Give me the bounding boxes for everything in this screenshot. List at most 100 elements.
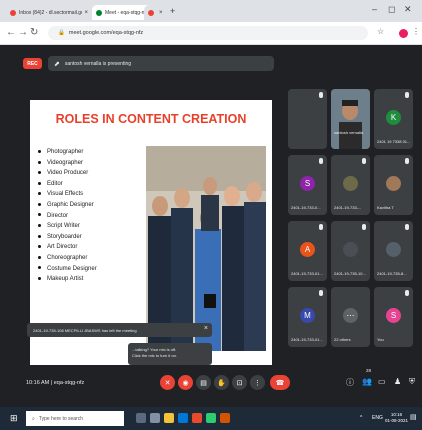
participant-name: Kavitha T bbox=[377, 205, 394, 210]
bookmark-star-icon[interactable]: ☆ bbox=[377, 27, 384, 36]
roles-list: Photographer Videographer Video Producer… bbox=[38, 147, 97, 285]
list-item: Editor bbox=[38, 179, 97, 190]
reload-icon[interactable]: ↻ bbox=[30, 27, 38, 38]
chat-icon[interactable]: ▭ bbox=[378, 377, 386, 386]
close-tab-icon[interactable]: × bbox=[84, 10, 88, 16]
avatar: A bbox=[300, 242, 315, 257]
taskbar-clock[interactable]: 10:16 01-08-2021 bbox=[385, 412, 408, 424]
tab-extra[interactable]: × bbox=[144, 5, 166, 20]
tooltip-line: Click the mic to turn it on. bbox=[132, 353, 177, 358]
mic-muted-icon bbox=[319, 290, 323, 296]
mic-muted-icon bbox=[405, 92, 409, 98]
participant-name: 2401-19-733-... bbox=[334, 205, 362, 210]
close-icon[interactable]: × bbox=[204, 325, 208, 332]
host-controls-icon[interactable]: ⛨ bbox=[409, 377, 415, 387]
address-bar-row: ← → ↻ 🔒 meet.google.com/eqa-stqg-nfz ☆ ⋮ bbox=[0, 22, 422, 45]
url-field[interactable]: 🔒 meet.google.com/eqa-stqg-nfz bbox=[48, 26, 368, 40]
participant-name: 2401-19-735-8... bbox=[377, 271, 407, 276]
left-meeting-toast: 2401-19-735-108 MECPILLI JBASWS has left… bbox=[27, 323, 212, 337]
clock-date: 01-08-2021 bbox=[385, 418, 409, 423]
app-icon[interactable] bbox=[206, 413, 216, 423]
browser-menu-icon[interactable]: ⋮ bbox=[412, 27, 420, 36]
participant-name: santosh vernalla bbox=[334, 130, 364, 135]
participant-tile[interactable]: 2401-19-735-10... bbox=[331, 221, 370, 281]
file-explorer-icon[interactable] bbox=[164, 413, 174, 423]
mic-muted-icon bbox=[319, 158, 323, 164]
presenting-banner: ⬈ santosh vernalla is presenting bbox=[48, 56, 274, 71]
captions-icon: ▤ bbox=[200, 379, 207, 387]
list-item: Visual Effects bbox=[38, 189, 97, 200]
new-tab-button[interactable]: + bbox=[170, 6, 175, 16]
recording-badge: REC bbox=[23, 58, 42, 69]
participant-tile[interactable] bbox=[288, 89, 327, 149]
cortana-icon[interactable] bbox=[136, 413, 146, 423]
forward-icon[interactable]: → bbox=[18, 27, 28, 38]
participant-name: 2401-19-733-01... bbox=[291, 271, 323, 276]
tray-chevron-icon[interactable]: ^ bbox=[360, 415, 362, 421]
meet-area: REC ⬈ santosh vernalla is presenting ROL… bbox=[0, 45, 422, 407]
maximize-icon[interactable]: ◻ bbox=[388, 4, 395, 15]
list-item: Graphic Designer bbox=[38, 200, 97, 211]
mic-toggle-button[interactable]: ✕ bbox=[160, 375, 175, 390]
present-button[interactable]: ⊡ bbox=[232, 375, 247, 390]
gmail-icon bbox=[10, 9, 16, 16]
activities-icon[interactable]: ♟ bbox=[394, 377, 401, 386]
close-tab-icon[interactable]: × bbox=[159, 10, 163, 16]
task-view-icon[interactable] bbox=[150, 413, 160, 423]
avatar-photo bbox=[386, 176, 401, 191]
list-item: Makeup Artist bbox=[38, 274, 97, 285]
participant-tile[interactable]: A 2401-19-733-01... bbox=[288, 221, 327, 281]
chrome-icon[interactable] bbox=[192, 413, 202, 423]
taskbar-search-input[interactable]: ⌕ Type here to search bbox=[26, 411, 124, 426]
hand-icon: ✋ bbox=[217, 379, 226, 387]
search-placeholder: Type here to search bbox=[38, 415, 84, 422]
app-icon[interactable] bbox=[220, 413, 230, 423]
presenting-text: santosh vernalla is presenting bbox=[64, 60, 132, 67]
mic-muted-icon bbox=[362, 158, 366, 164]
present-icon: ⊡ bbox=[236, 379, 243, 387]
info-icon[interactable]: ⓘ bbox=[346, 377, 354, 388]
mic-muted-icon bbox=[405, 158, 409, 164]
participant-name: 2401-19-733-01... bbox=[291, 337, 323, 342]
self-tile[interactable]: S You bbox=[374, 287, 413, 347]
participant-tile[interactable]: santosh vernalla bbox=[331, 89, 370, 149]
recording-icon bbox=[148, 9, 154, 16]
minimize-icon[interactable]: – bbox=[372, 4, 377, 14]
meeting-info: 10:16 AM | eqa-stqg-nfz bbox=[26, 380, 85, 386]
mic-off-icon: ✕ bbox=[164, 379, 171, 387]
leave-call-button[interactable]: ☎ bbox=[270, 375, 290, 390]
windows-start-icon[interactable]: ⊞ bbox=[10, 413, 18, 424]
back-icon[interactable]: ← bbox=[6, 27, 16, 38]
more-options-button[interactable]: ⋮ bbox=[250, 375, 265, 390]
raise-hand-button[interactable]: ✋ bbox=[214, 375, 229, 390]
store-icon[interactable] bbox=[178, 413, 188, 423]
meet-icon bbox=[96, 9, 102, 16]
tab-inbox[interactable]: Inbox (84)2 - dl.sectormail.gov.in × bbox=[6, 5, 92, 20]
avatar: S bbox=[300, 176, 315, 191]
profile-avatar[interactable] bbox=[399, 29, 408, 38]
present-icon: ⬈ bbox=[54, 60, 60, 68]
avatar: M bbox=[300, 308, 315, 323]
participant-tile[interactable]: 2401-19-735-8... bbox=[374, 221, 413, 281]
avatar-photo bbox=[386, 242, 401, 257]
slide-title: ROLES IN CONTENT CREATION bbox=[55, 112, 247, 126]
participant-tile[interactable]: M 2401-19-733-01... bbox=[288, 287, 327, 347]
windows-taskbar: ⊞ ⌕ Type here to search ^ ENG 10:16 01-0… bbox=[0, 407, 422, 430]
avatar-photo bbox=[343, 242, 358, 257]
people-icon[interactable]: 👥 bbox=[362, 377, 372, 386]
camera-toggle-button[interactable]: ◉ bbox=[178, 375, 193, 390]
avatar-stack: ⋯ bbox=[343, 308, 358, 323]
participant-tile[interactable]: S 2401-19-733-0... bbox=[288, 155, 327, 215]
list-item: Choreographer bbox=[38, 253, 97, 264]
others-tile[interactable]: ⋯ 22 others bbox=[331, 287, 370, 347]
notifications-icon[interactable]: ▤ bbox=[410, 413, 417, 421]
group-photo bbox=[146, 146, 266, 351]
avatar: S bbox=[386, 308, 401, 323]
list-item: Videographer bbox=[38, 158, 97, 169]
captions-button[interactable]: ▤ bbox=[196, 375, 211, 390]
participant-tile[interactable]: Kavitha T bbox=[374, 155, 413, 215]
participant-tile[interactable]: K 2401 19 7338 01... bbox=[374, 89, 413, 149]
close-window-icon[interactable]: ✕ bbox=[404, 4, 412, 15]
url-text: meet.google.com/eqa-stqg-nfz bbox=[68, 30, 144, 36]
participant-tile[interactable]: 2401-19-733-... bbox=[331, 155, 370, 215]
